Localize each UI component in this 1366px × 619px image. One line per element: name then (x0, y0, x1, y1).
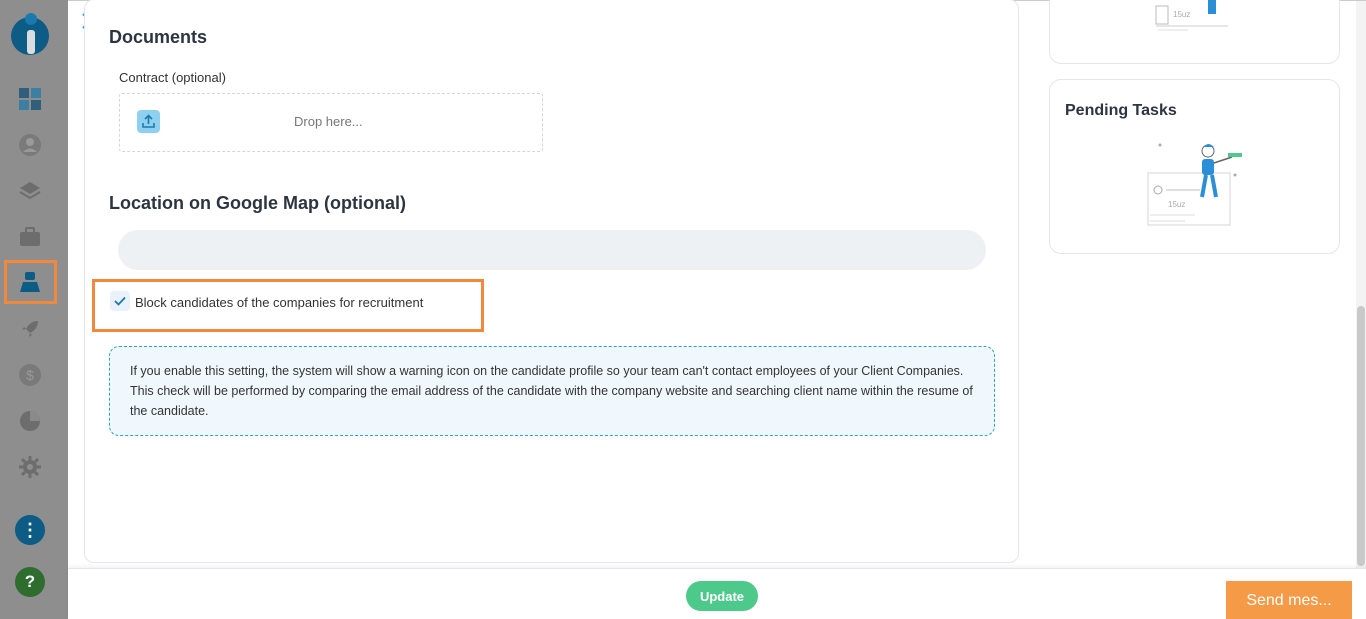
side-card-top: 15uz (1049, 0, 1340, 64)
help-icon[interactable]: ? (15, 567, 45, 597)
app-sidebar: $ ⋮ ? (0, 0, 68, 619)
documents-title: Documents (109, 27, 208, 47)
send-message-button[interactable]: Send mes... (1226, 581, 1352, 619)
briefcase-icon[interactable] (16, 223, 44, 251)
app-logo (11, 13, 49, 55)
contract-label: Contract (optional) (119, 70, 226, 85)
dashboard-icon[interactable] (16, 85, 44, 113)
google-map-location-input[interactable] (118, 230, 986, 270)
svg-text:15uz: 15uz (1168, 200, 1185, 209)
contacts-icon[interactable] (16, 131, 44, 159)
form-card: Documents Contract (optional) Drop here.… (84, 0, 1019, 563)
pending-tasks-illustration: 15uz (1147, 143, 1242, 226)
more-menu-icon[interactable]: ⋮ (15, 515, 45, 545)
layers-icon[interactable] (16, 177, 44, 205)
footer-bar: Update Send mes... (68, 568, 1366, 619)
tasks-illustration: 15uz (1155, 0, 1228, 31)
block-candidates-label[interactable]: Block candidates of the companies for re… (135, 295, 423, 310)
candidates-icon[interactable] (16, 268, 44, 296)
pending-tasks-title: Pending Tasks (1065, 102, 1177, 119)
update-button[interactable]: Update (686, 581, 758, 611)
block-candidates-info: If you enable this setting, the system w… (109, 346, 995, 436)
contract-dropzone[interactable]: Drop here... (119, 93, 543, 152)
location-title: Location on Google Map (optional) (109, 193, 406, 213)
upload-icon[interactable] (137, 110, 160, 133)
scrollbar-thumb[interactable] (1357, 306, 1365, 566)
block-candidates-checkbox[interactable] (110, 291, 130, 311)
dollar-icon[interactable]: $ (16, 361, 44, 389)
edit-drawer: Documents Contract (optional) Drop here.… (68, 0, 1366, 619)
svg-text:15uz: 15uz (1173, 10, 1190, 19)
pie-chart-icon[interactable] (16, 407, 44, 435)
gear-icon[interactable] (16, 453, 44, 481)
dropzone-text: Drop here... (294, 114, 363, 129)
block-candidates-highlight: Block candidates of the companies for re… (92, 279, 484, 332)
pending-tasks-card: Pending Tasks 15uz (1049, 79, 1340, 254)
svg-text:$: $ (26, 367, 34, 383)
rocket-icon[interactable] (16, 315, 44, 343)
